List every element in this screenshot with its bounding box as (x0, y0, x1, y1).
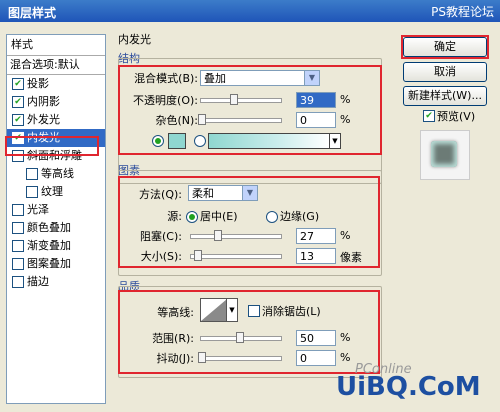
sidebar-item-checkbox[interactable] (12, 204, 24, 216)
size-unit: 像素 (340, 251, 362, 264)
title-bar: 图层样式 PS教程论坛 (0, 0, 500, 22)
sidebar-item-checkbox[interactable] (26, 168, 38, 180)
size-slider-thumb[interactable] (194, 250, 202, 261)
sidebar-item-label: 渐变叠加 (27, 239, 71, 252)
choke-slider-track[interactable] (190, 234, 282, 239)
blend-mode-select[interactable]: 叠加 ▼ (200, 70, 320, 86)
method-label: 方法(Q): (139, 188, 182, 201)
sidebar-item-checkbox[interactable] (12, 222, 24, 234)
ok-button[interactable]: 确定 (403, 37, 487, 57)
size-slider-track[interactable] (190, 254, 282, 259)
source-label: 源: (167, 210, 182, 223)
sidebar-item-label: 外发光 (27, 113, 60, 126)
sidebar-item-label: 光泽 (27, 203, 49, 216)
sidebar-item[interactable]: ✔ 外发光 (7, 111, 105, 129)
contour-label: 等高线: (157, 306, 194, 319)
sidebar-item[interactable]: 等高线 (7, 165, 105, 183)
sidebar-item-checkbox[interactable] (12, 240, 24, 252)
sidebar-item[interactable]: 光泽 (7, 201, 105, 219)
sidebar-item-checkbox[interactable]: ✔ (12, 78, 24, 90)
sidebar-item[interactable]: 图案叠加 (7, 255, 105, 273)
range-slider-thumb[interactable] (236, 332, 244, 343)
sidebar-item-label: 颜色叠加 (27, 221, 71, 234)
range-label: 范围(R): (152, 332, 194, 345)
choke-input[interactable]: 27 (296, 228, 336, 244)
source-center-label: 居中(E) (200, 210, 238, 223)
window-title: 图层样式 (8, 6, 57, 20)
chevron-down-icon: ▼ (242, 186, 257, 200)
glow-color-swatch[interactable] (168, 133, 186, 149)
choke-slider-thumb[interactable] (214, 230, 222, 241)
jitter-slider-track[interactable] (200, 356, 282, 361)
opacity-unit: % (340, 93, 351, 106)
sidebar-item-label: 等高线 (41, 167, 74, 180)
range-input[interactable]: 50 (296, 330, 336, 346)
method-value: 柔和 (192, 187, 214, 200)
sidebar-item[interactable]: 描边 (7, 273, 105, 291)
jitter-label: 抖动(J): (156, 352, 194, 365)
source-center-radio[interactable] (186, 211, 198, 223)
noise-input[interactable]: 0 (296, 112, 336, 128)
opacity-label: 不透明度(O): (133, 94, 198, 107)
cancel-button[interactable]: 取消 (403, 62, 487, 82)
sidebar-item-label: 描边 (27, 275, 49, 288)
opacity-input[interactable]: 39 (296, 92, 336, 108)
inner-glow-panel: 内发光 结构 混合模式(B): 叠加 ▼ 不透明度(O): 39 % 杂色(N)… (108, 30, 394, 404)
gradient-radio[interactable] (194, 135, 206, 147)
contour-preview[interactable] (200, 298, 228, 322)
chevron-down-icon: ▼ (304, 71, 319, 85)
sidebar-blend-options[interactable]: 混合选项:默认 (7, 56, 105, 75)
sidebar-item-checkbox[interactable]: ✔ (12, 114, 24, 126)
preview-checkbox[interactable]: ✔ (423, 110, 435, 122)
noise-slider-track[interactable] (200, 118, 282, 123)
sidebar-item-checkbox[interactable] (12, 276, 24, 288)
sidebar-item-label: 内阴影 (27, 95, 60, 108)
gradient-dropdown-icon[interactable]: ▼ (329, 133, 341, 149)
panel-title: 内发光 (118, 33, 151, 46)
contour-dropdown-icon[interactable]: ▼ (226, 298, 238, 322)
choke-label: 阻塞(C): (140, 230, 182, 243)
size-label: 大小(S): (140, 250, 182, 263)
antialias-checkbox[interactable] (248, 305, 260, 317)
sidebar-item[interactable]: ✔ 投影 (7, 75, 105, 93)
noise-slider-thumb[interactable] (198, 114, 206, 125)
blend-mode-value: 叠加 (204, 72, 226, 85)
styles-sidebar: 样式 混合选项:默认 ✔ 投影 ✔ 内阴影 ✔ 外发光 ✔ 内发光 斜面和浮雕 等高线 纹理 光泽 颜色… (6, 34, 106, 404)
jitter-slider-thumb[interactable] (198, 352, 206, 363)
choke-unit: % (340, 229, 351, 242)
sidebar-item[interactable]: 纹理 (7, 183, 105, 201)
opacity-slider-thumb[interactable] (230, 94, 238, 105)
style-preview-thumbnail (420, 130, 470, 180)
sidebar-item-label: 纹理 (41, 185, 63, 198)
noise-label: 杂色(N): (155, 114, 198, 127)
solid-color-radio[interactable] (152, 135, 164, 147)
antialias-label: 消除锯齿(L) (262, 305, 321, 318)
sidebar-item-label: 投影 (27, 77, 49, 90)
highlight-box-inner-glow (5, 136, 99, 156)
glow-gradient-swatch[interactable] (208, 133, 330, 149)
sidebar-item-checkbox[interactable] (26, 186, 38, 198)
new-style-button[interactable]: 新建样式(W)... (403, 86, 487, 106)
opacity-slider-track[interactable] (200, 98, 282, 103)
preview-label: 预览(V) (437, 110, 476, 123)
watermark-text: PS教程论坛 (431, 5, 494, 19)
source-edge-label: 边缘(G) (280, 210, 320, 223)
sidebar-item-checkbox[interactable]: ✔ (12, 96, 24, 108)
jitter-unit: % (340, 351, 351, 364)
jitter-input[interactable]: 0 (296, 350, 336, 366)
sidebar-item[interactable]: ✔ 内阴影 (7, 93, 105, 111)
noise-unit: % (340, 113, 351, 126)
sidebar-item[interactable]: 颜色叠加 (7, 219, 105, 237)
method-select[interactable]: 柔和 ▼ (188, 185, 258, 201)
bottom-watermark: UiBQ.CoM (336, 372, 481, 402)
range-unit: % (340, 331, 351, 344)
source-edge-radio[interactable] (266, 211, 278, 223)
blend-mode-label: 混合模式(B): (134, 72, 198, 85)
sidebar-item-checkbox[interactable] (12, 258, 24, 270)
sidebar-item-label: 图案叠加 (27, 257, 71, 270)
sidebar-header[interactable]: 样式 (7, 35, 105, 56)
size-input[interactable]: 13 (296, 248, 336, 264)
sidebar-item[interactable]: 渐变叠加 (7, 237, 105, 255)
